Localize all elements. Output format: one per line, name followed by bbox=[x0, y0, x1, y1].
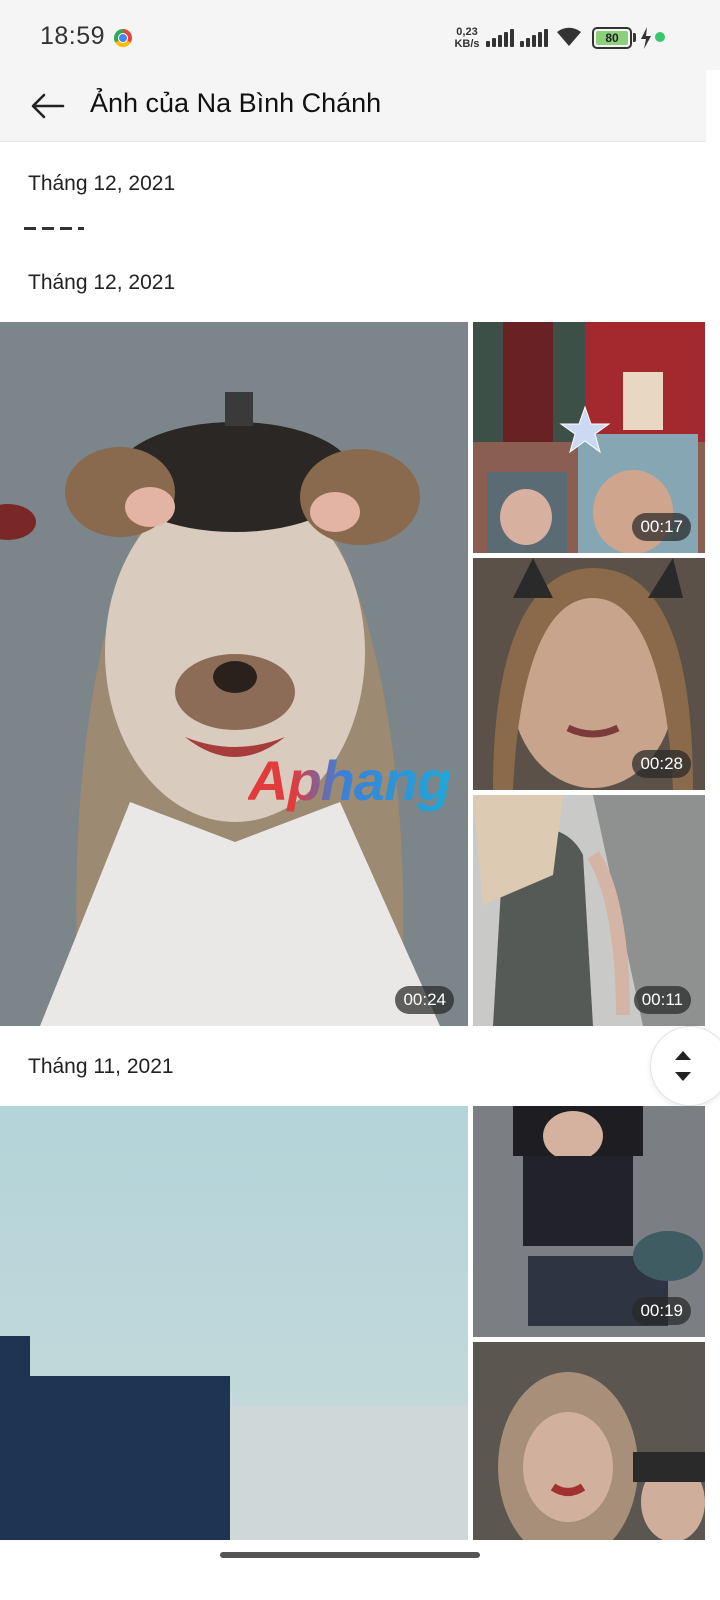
network-speed-unit: KB/s bbox=[454, 38, 480, 50]
battery-level: 80 bbox=[596, 31, 628, 45]
thumbnail-image bbox=[0, 322, 468, 1026]
video-duration-badge: 00:11 bbox=[633, 986, 691, 1014]
scroll-arrows-icon bbox=[675, 1051, 691, 1081]
page-title: Ảnh của Na Bình Chánh bbox=[90, 88, 382, 118]
section-header-dec-2021-sticky: Tháng 12, 2021 bbox=[28, 172, 176, 195]
charging-icon bbox=[641, 27, 651, 49]
back-button[interactable] bbox=[24, 82, 72, 130]
video-thumbnail-sky[interactable] bbox=[0, 1106, 468, 1540]
chrome-icon bbox=[114, 29, 132, 47]
video-thumbnail-large[interactable]: 00:24 bbox=[0, 322, 468, 1026]
video-thumbnail-escalator[interactable]: 00:11 bbox=[473, 795, 705, 1026]
network-speed: 0,23 KB/s bbox=[452, 26, 482, 50]
status-bar: 18:59 0,23 KB/s 80 bbox=[0, 0, 720, 70]
home-indicator[interactable] bbox=[220, 1552, 480, 1558]
battery-icon: 80 bbox=[592, 27, 632, 49]
thumbnail-image bbox=[0, 1106, 468, 1540]
clipped-header-residue bbox=[24, 219, 86, 233]
signal-icon bbox=[520, 29, 550, 47]
video-thumbnail-two-people[interactable] bbox=[473, 1342, 705, 1540]
watermark-logo: Aphang bbox=[248, 749, 451, 812]
video-duration-badge: 00:19 bbox=[632, 1297, 691, 1325]
status-time: 18:59 bbox=[40, 22, 106, 50]
app-bar: Ảnh của Na Bình Chánh bbox=[0, 70, 706, 142]
network-speed-value: 0,23 bbox=[456, 26, 478, 38]
thumbnail-image bbox=[473, 1342, 705, 1540]
video-duration-badge: 00:24 bbox=[395, 986, 454, 1014]
video-thumbnail-collage[interactable]: 00:17 bbox=[473, 322, 705, 553]
arrow-left-icon bbox=[31, 93, 65, 119]
signal-icon bbox=[486, 29, 516, 47]
section-header-nov-2021: Tháng 11, 2021 bbox=[28, 1055, 174, 1078]
privacy-indicator-dot bbox=[655, 32, 665, 42]
wifi-icon bbox=[557, 27, 581, 46]
video-duration-badge: 00:28 bbox=[632, 750, 691, 778]
video-thumbnail-grill[interactable]: 00:19 bbox=[473, 1106, 705, 1337]
video-thumbnail-portrait[interactable]: 00:28 bbox=[473, 558, 705, 790]
section-header-dec-2021: Tháng 12, 2021 bbox=[28, 271, 176, 294]
video-duration-badge: 00:17 bbox=[632, 513, 691, 541]
fast-scroll-handle[interactable] bbox=[650, 1026, 720, 1106]
battery-cap bbox=[633, 33, 636, 42]
